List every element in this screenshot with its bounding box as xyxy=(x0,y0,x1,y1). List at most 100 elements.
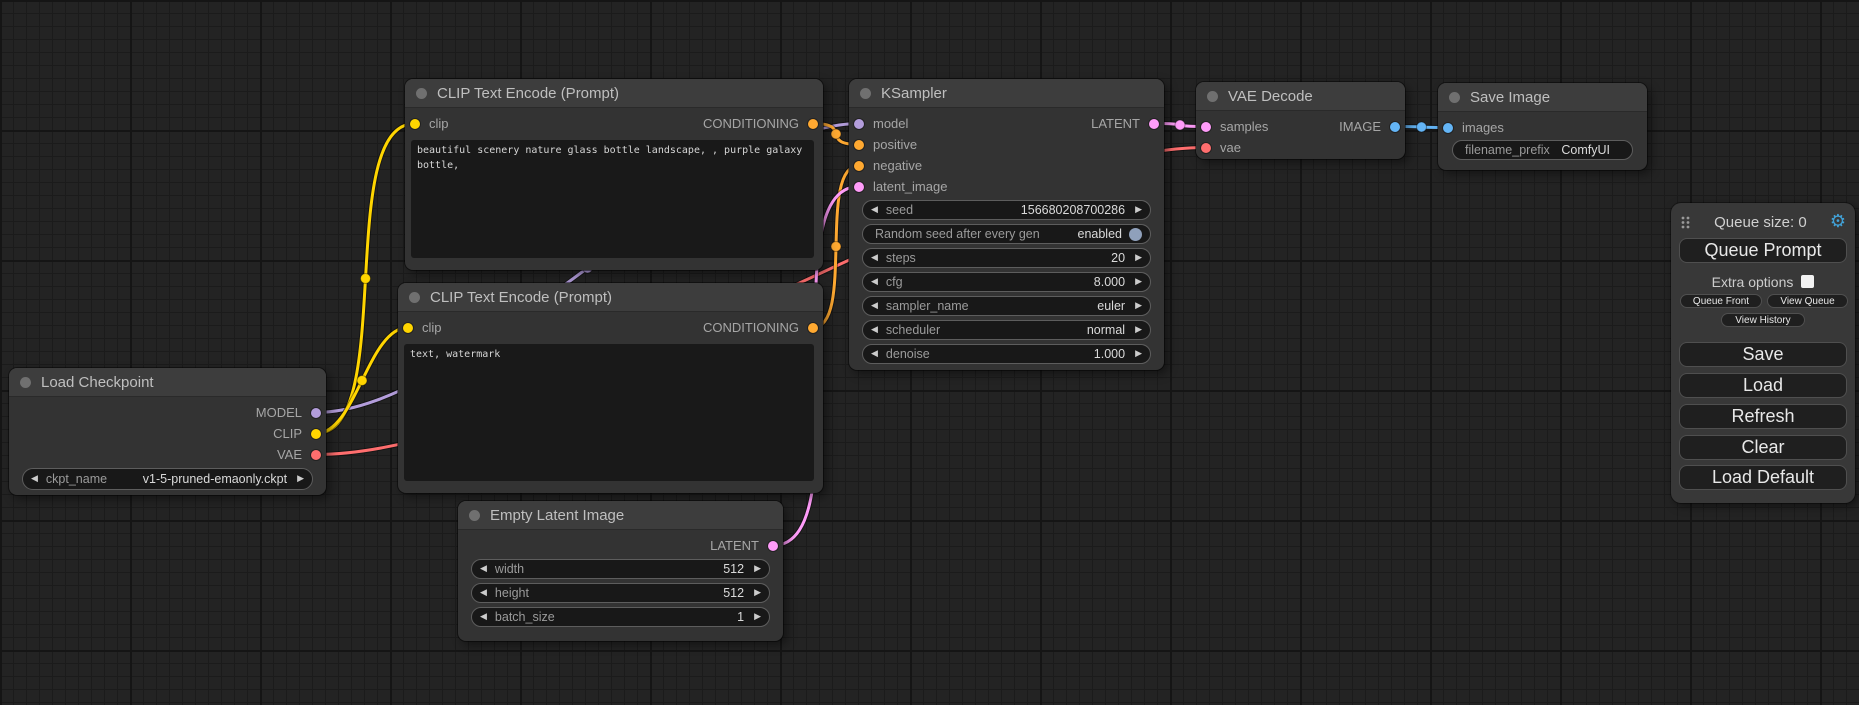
node-title-bar[interactable]: VAE Decode xyxy=(1196,82,1405,111)
increment-arrow-icon[interactable]: ▶ xyxy=(1135,254,1142,263)
latent-image-input-dot[interactable] xyxy=(854,182,864,192)
node-title: KSampler xyxy=(881,85,947,102)
widget-width[interactable]: ◀ width 512 ▶ xyxy=(471,559,770,579)
node-title-bar[interactable]: KSampler xyxy=(849,79,1164,108)
decrement-arrow-icon[interactable]: ◀ xyxy=(871,326,878,335)
collapse-dot-icon[interactable] xyxy=(1449,92,1460,103)
collapse-dot-icon[interactable] xyxy=(409,292,420,303)
latent-output-dot[interactable] xyxy=(768,541,778,551)
save-button[interactable]: Save xyxy=(1679,342,1847,367)
node-save-image[interactable]: Save Image images filename_prefix ComfyU… xyxy=(1438,83,1647,170)
vae-input-dot[interactable] xyxy=(1201,143,1211,153)
widget-steps[interactable]: ◀ steps 20 ▶ xyxy=(862,248,1151,268)
widget-value: v1-5-pruned-emaonly.ckpt xyxy=(135,472,287,486)
settings-gear-icon[interactable]: ⚙ xyxy=(1830,213,1846,231)
port-label: CLIP xyxy=(273,426,302,441)
decrement-arrow-icon[interactable]: ◀ xyxy=(871,206,878,215)
increment-arrow-icon[interactable]: ▶ xyxy=(1135,302,1142,311)
decrement-arrow-icon[interactable]: ◀ xyxy=(871,302,878,311)
increment-arrow-icon[interactable]: ▶ xyxy=(754,565,761,574)
negative-input-dot[interactable] xyxy=(854,161,864,171)
clip-input-dot[interactable] xyxy=(403,323,413,333)
model-input-dot[interactable] xyxy=(854,119,864,129)
collapse-dot-icon[interactable] xyxy=(20,377,31,388)
node-title-bar[interactable]: Load Checkpoint xyxy=(9,368,326,397)
output-port-vae: VAE xyxy=(9,444,326,465)
collapse-dot-icon[interactable] xyxy=(1207,91,1218,102)
node-title-bar[interactable]: Empty Latent Image xyxy=(458,501,783,530)
decrement-arrow-icon[interactable]: ◀ xyxy=(871,254,878,263)
positive-input-dot[interactable] xyxy=(854,140,864,150)
increment-arrow-icon[interactable]: ▶ xyxy=(1135,278,1142,287)
port-label: MODEL xyxy=(256,405,302,420)
decrement-arrow-icon[interactable]: ◀ xyxy=(480,613,487,622)
increment-arrow-icon[interactable]: ▶ xyxy=(1135,350,1142,359)
increment-arrow-icon[interactable]: ▶ xyxy=(754,613,761,622)
graph-canvas[interactable]: Load Checkpoint MODEL CLIP VAE ◀ ckpt xyxy=(0,0,1859,705)
port-label: clip xyxy=(422,320,442,335)
increment-arrow-icon[interactable]: ▶ xyxy=(297,475,304,484)
view-history-button[interactable]: View History xyxy=(1721,313,1805,327)
view-queue-button[interactable]: View Queue xyxy=(1767,294,1848,308)
widget-sampler-name[interactable]: ◀ sampler_name euler ▶ xyxy=(862,296,1151,316)
vae-output-dot[interactable] xyxy=(311,450,321,460)
refresh-button[interactable]: Refresh xyxy=(1679,404,1847,429)
decrement-arrow-icon[interactable]: ◀ xyxy=(31,475,38,484)
increment-arrow-icon[interactable]: ▶ xyxy=(754,589,761,598)
conditioning-output-dot[interactable] xyxy=(808,323,818,333)
widget-batch-size[interactable]: ◀ batch_size 1 ▶ xyxy=(471,607,770,627)
node-clip-text-encode-positive[interactable]: CLIP Text Encode (Prompt) clip CONDITION… xyxy=(405,79,823,270)
collapse-dot-icon[interactable] xyxy=(860,88,871,99)
widget-seed[interactable]: ◀ seed 156680208700286 ▶ xyxy=(862,200,1151,220)
widget-cfg[interactable]: ◀ cfg 8.000 ▶ xyxy=(862,272,1151,292)
extra-options-checkbox[interactable] xyxy=(1801,275,1814,288)
collapse-dot-icon[interactable] xyxy=(469,510,480,521)
port-label: LATENT xyxy=(1091,116,1140,131)
port-label: model xyxy=(873,116,908,131)
prompt-textarea[interactable]: beautiful scenery nature glass bottle la… xyxy=(411,140,814,258)
decrement-arrow-icon[interactable]: ◀ xyxy=(480,589,487,598)
queue-prompt-button[interactable]: Queue Prompt xyxy=(1679,238,1847,263)
widget-height[interactable]: ◀ height 512 ▶ xyxy=(471,583,770,603)
conditioning-output-dot[interactable] xyxy=(808,119,818,129)
widget-random-seed-toggle[interactable]: Random seed after every gen enabled xyxy=(862,224,1151,244)
decrement-arrow-icon[interactable]: ◀ xyxy=(871,278,878,287)
decrement-arrow-icon[interactable]: ◀ xyxy=(871,350,878,359)
collapse-dot-icon[interactable] xyxy=(416,88,427,99)
widget-denoise[interactable]: ◀ denoise 1.000 ▶ xyxy=(862,344,1151,364)
clip-output-dot[interactable] xyxy=(311,429,321,439)
queue-front-button[interactable]: Queue Front xyxy=(1680,294,1762,308)
image-output-dot[interactable] xyxy=(1390,122,1400,132)
node-title: VAE Decode xyxy=(1228,88,1313,105)
node-vae-decode[interactable]: VAE Decode samples IMAGE vae xyxy=(1196,82,1405,159)
node-title-bar[interactable]: CLIP Text Encode (Prompt) xyxy=(398,283,823,312)
load-default-button[interactable]: Load Default xyxy=(1679,465,1847,490)
widget-scheduler[interactable]: ◀ scheduler normal ▶ xyxy=(862,320,1151,340)
samples-input-dot[interactable] xyxy=(1201,122,1211,132)
node-title: Save Image xyxy=(1470,89,1550,106)
node-title-bar[interactable]: CLIP Text Encode (Prompt) xyxy=(405,79,823,108)
toggle-indicator[interactable] xyxy=(1129,228,1142,241)
decrement-arrow-icon[interactable]: ◀ xyxy=(480,565,487,574)
load-button[interactable]: Load xyxy=(1679,373,1847,398)
node-title-bar[interactable]: Save Image xyxy=(1438,83,1647,112)
panel-drag-handle-icon[interactable] xyxy=(1680,215,1691,230)
queue-panel: Queue size: 0 ⚙ Queue Prompt Extra optio… xyxy=(1671,203,1855,503)
clip-input-dot[interactable] xyxy=(410,119,420,129)
widget-label: ckpt_name xyxy=(46,472,107,486)
prompt-textarea[interactable]: text, watermark xyxy=(404,344,814,481)
model-output-dot[interactable] xyxy=(311,408,321,418)
increment-arrow-icon[interactable]: ▶ xyxy=(1135,326,1142,335)
widget-ckpt-name[interactable]: ◀ ckpt_name v1-5-pruned-emaonly.ckpt ▶ xyxy=(22,468,313,490)
widget-filename-prefix[interactable]: filename_prefix ComfyUI xyxy=(1452,140,1633,160)
clear-button[interactable]: Clear xyxy=(1679,435,1847,460)
node-empty-latent-image[interactable]: Empty Latent Image LATENT ◀ width 512 ▶ … xyxy=(458,501,783,641)
images-input-dot[interactable] xyxy=(1443,123,1453,133)
increment-arrow-icon[interactable]: ▶ xyxy=(1135,206,1142,215)
node-clip-text-encode-negative[interactable]: CLIP Text Encode (Prompt) clip CONDITION… xyxy=(398,283,823,493)
node-ksampler[interactable]: KSampler model LATENT positive negative … xyxy=(849,79,1164,370)
port-label: LATENT xyxy=(710,538,759,553)
node-load-checkpoint[interactable]: Load Checkpoint MODEL CLIP VAE ◀ ckpt xyxy=(9,368,326,495)
port-label: IMAGE xyxy=(1339,119,1381,134)
latent-output-dot[interactable] xyxy=(1149,119,1159,129)
